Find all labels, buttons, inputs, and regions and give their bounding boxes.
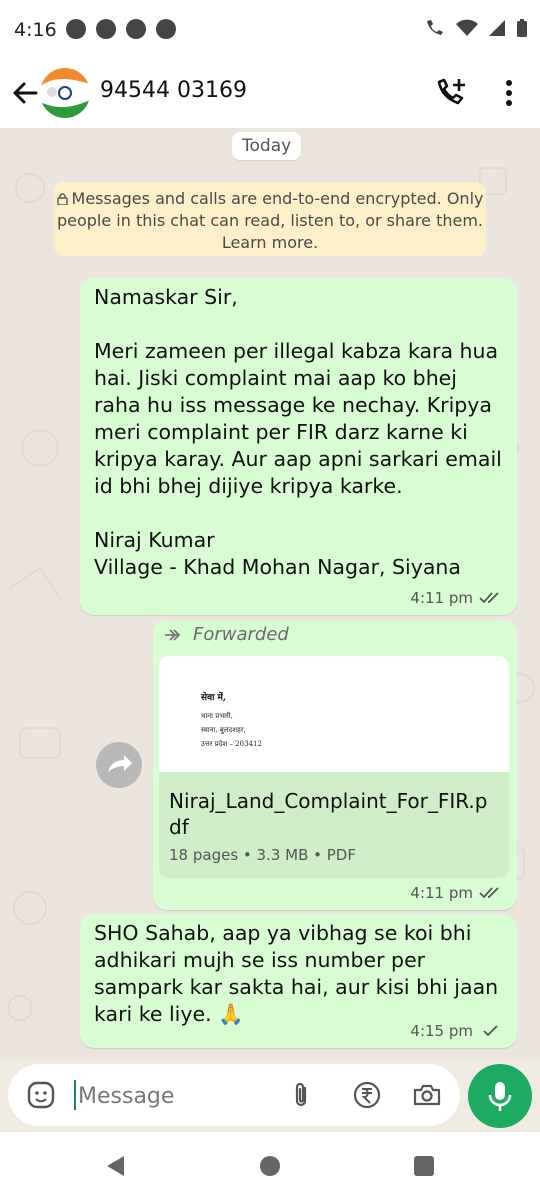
message-time: 4:15 pm: [410, 1022, 473, 1040]
accessibility-icon: [96, 19, 116, 39]
message-time: 4:11 pm: [410, 884, 473, 902]
contact-name[interactable]: 94544 03169: [100, 78, 247, 103]
chat-area[interactable]: Today Messages and calls are end-to-end …: [0, 128, 540, 1060]
sync-icon: [66, 19, 86, 39]
document-card[interactable]: सेवा में, थाना प्रभारी, स्याना, बुलंदशहर…: [159, 656, 509, 878]
message-bubble[interactable]: SHO Sahab, aap ya vibhag se koi bhi adhi…: [80, 914, 517, 1048]
forward-icon: [165, 628, 181, 641]
add-call-icon[interactable]: [434, 76, 468, 110]
notification-icons: [66, 19, 176, 39]
message-text: Namaskar Sir, Meri zameen per illegal ka…: [94, 285, 502, 579]
message-bubble-document[interactable]: Forwarded सेवा में, थाना प्रभारी, स्याना…: [153, 620, 517, 910]
encryption-notice[interactable]: Messages and calls are end-to-end encryp…: [54, 182, 486, 256]
document-preview: सेवा में, थाना प्रभारी, स्याना, बुलंदशहर…: [159, 656, 509, 772]
wifi-icon: [456, 19, 478, 36]
forwarded-label: Forwarded: [163, 624, 289, 645]
share-button[interactable]: [96, 742, 142, 788]
message-input[interactable]: [76, 1078, 280, 1114]
nav-home-icon[interactable]: [258, 1154, 282, 1178]
message-meta: 4:15 pm: [410, 1022, 503, 1040]
avatar[interactable]: [40, 68, 90, 118]
status-time: 4:16: [14, 19, 57, 41]
wifi-calling-icon: [427, 20, 443, 35]
nav-back-icon[interactable]: [104, 1154, 128, 1178]
composer-bar: [0, 1060, 540, 1132]
read-ticks-icon: [479, 592, 499, 604]
system-nav-bar: [0, 1132, 540, 1200]
back-arrow-icon[interactable]: [8, 76, 42, 110]
message-meta: 4:11 pm: [410, 884, 503, 902]
sticker-icon[interactable]: [26, 1080, 56, 1110]
more-vert-icon[interactable]: [496, 76, 522, 110]
system-icons: [424, 18, 528, 38]
status-bar: 4:16: [0, 0, 540, 60]
doc-preview-line: स्याना, बुलंदशहर,: [201, 726, 246, 734]
doc-preview-line: उत्तर प्रदेश – 203412: [201, 740, 262, 748]
mic-button[interactable]: [468, 1064, 532, 1128]
mic-icon: [488, 1082, 512, 1111]
rupee-icon[interactable]: [352, 1080, 382, 1110]
message-meta: 4:11 pm: [410, 589, 503, 607]
encryption-notice-text: Messages and calls are end-to-end encryp…: [56, 189, 484, 252]
share-icon: [108, 755, 132, 772]
message-text: SHO Sahab, aap ya vibhag se koi bhi adhi…: [94, 921, 505, 1026]
doc-preview-heading: सेवा में,: [201, 693, 227, 703]
camera-icon[interactable]: [412, 1080, 442, 1110]
document-meta: 18 pages • 3.3 MB • PDF: [169, 846, 356, 864]
lock-icon: [56, 193, 68, 205]
doc-preview-line: थाना प्रभारी,: [201, 712, 233, 720]
chat-header: 94544 03169: [0, 60, 540, 128]
signal-icon: [489, 20, 505, 36]
message-time: 4:11 pm: [410, 589, 473, 607]
alert-icon: [126, 19, 146, 39]
forwarded-text: Forwarded: [193, 624, 289, 645]
attach-icon[interactable]: [286, 1080, 316, 1110]
document-name: Niraj_Land_Complaint_For_FIR.pdf: [169, 789, 488, 839]
read-ticks-icon: [479, 887, 499, 899]
sent-tick-icon: [483, 1025, 498, 1037]
battery-icon: [517, 19, 527, 37]
nav-recents-icon[interactable]: [412, 1154, 436, 1178]
avatar-flag-icon: [40, 68, 90, 118]
message-bubble[interactable]: Namaskar Sir, Meri zameen per illegal ka…: [80, 278, 517, 615]
composer-box[interactable]: [8, 1064, 460, 1126]
date-chip: Today: [232, 132, 302, 160]
whatsapp-icon: [156, 19, 176, 39]
